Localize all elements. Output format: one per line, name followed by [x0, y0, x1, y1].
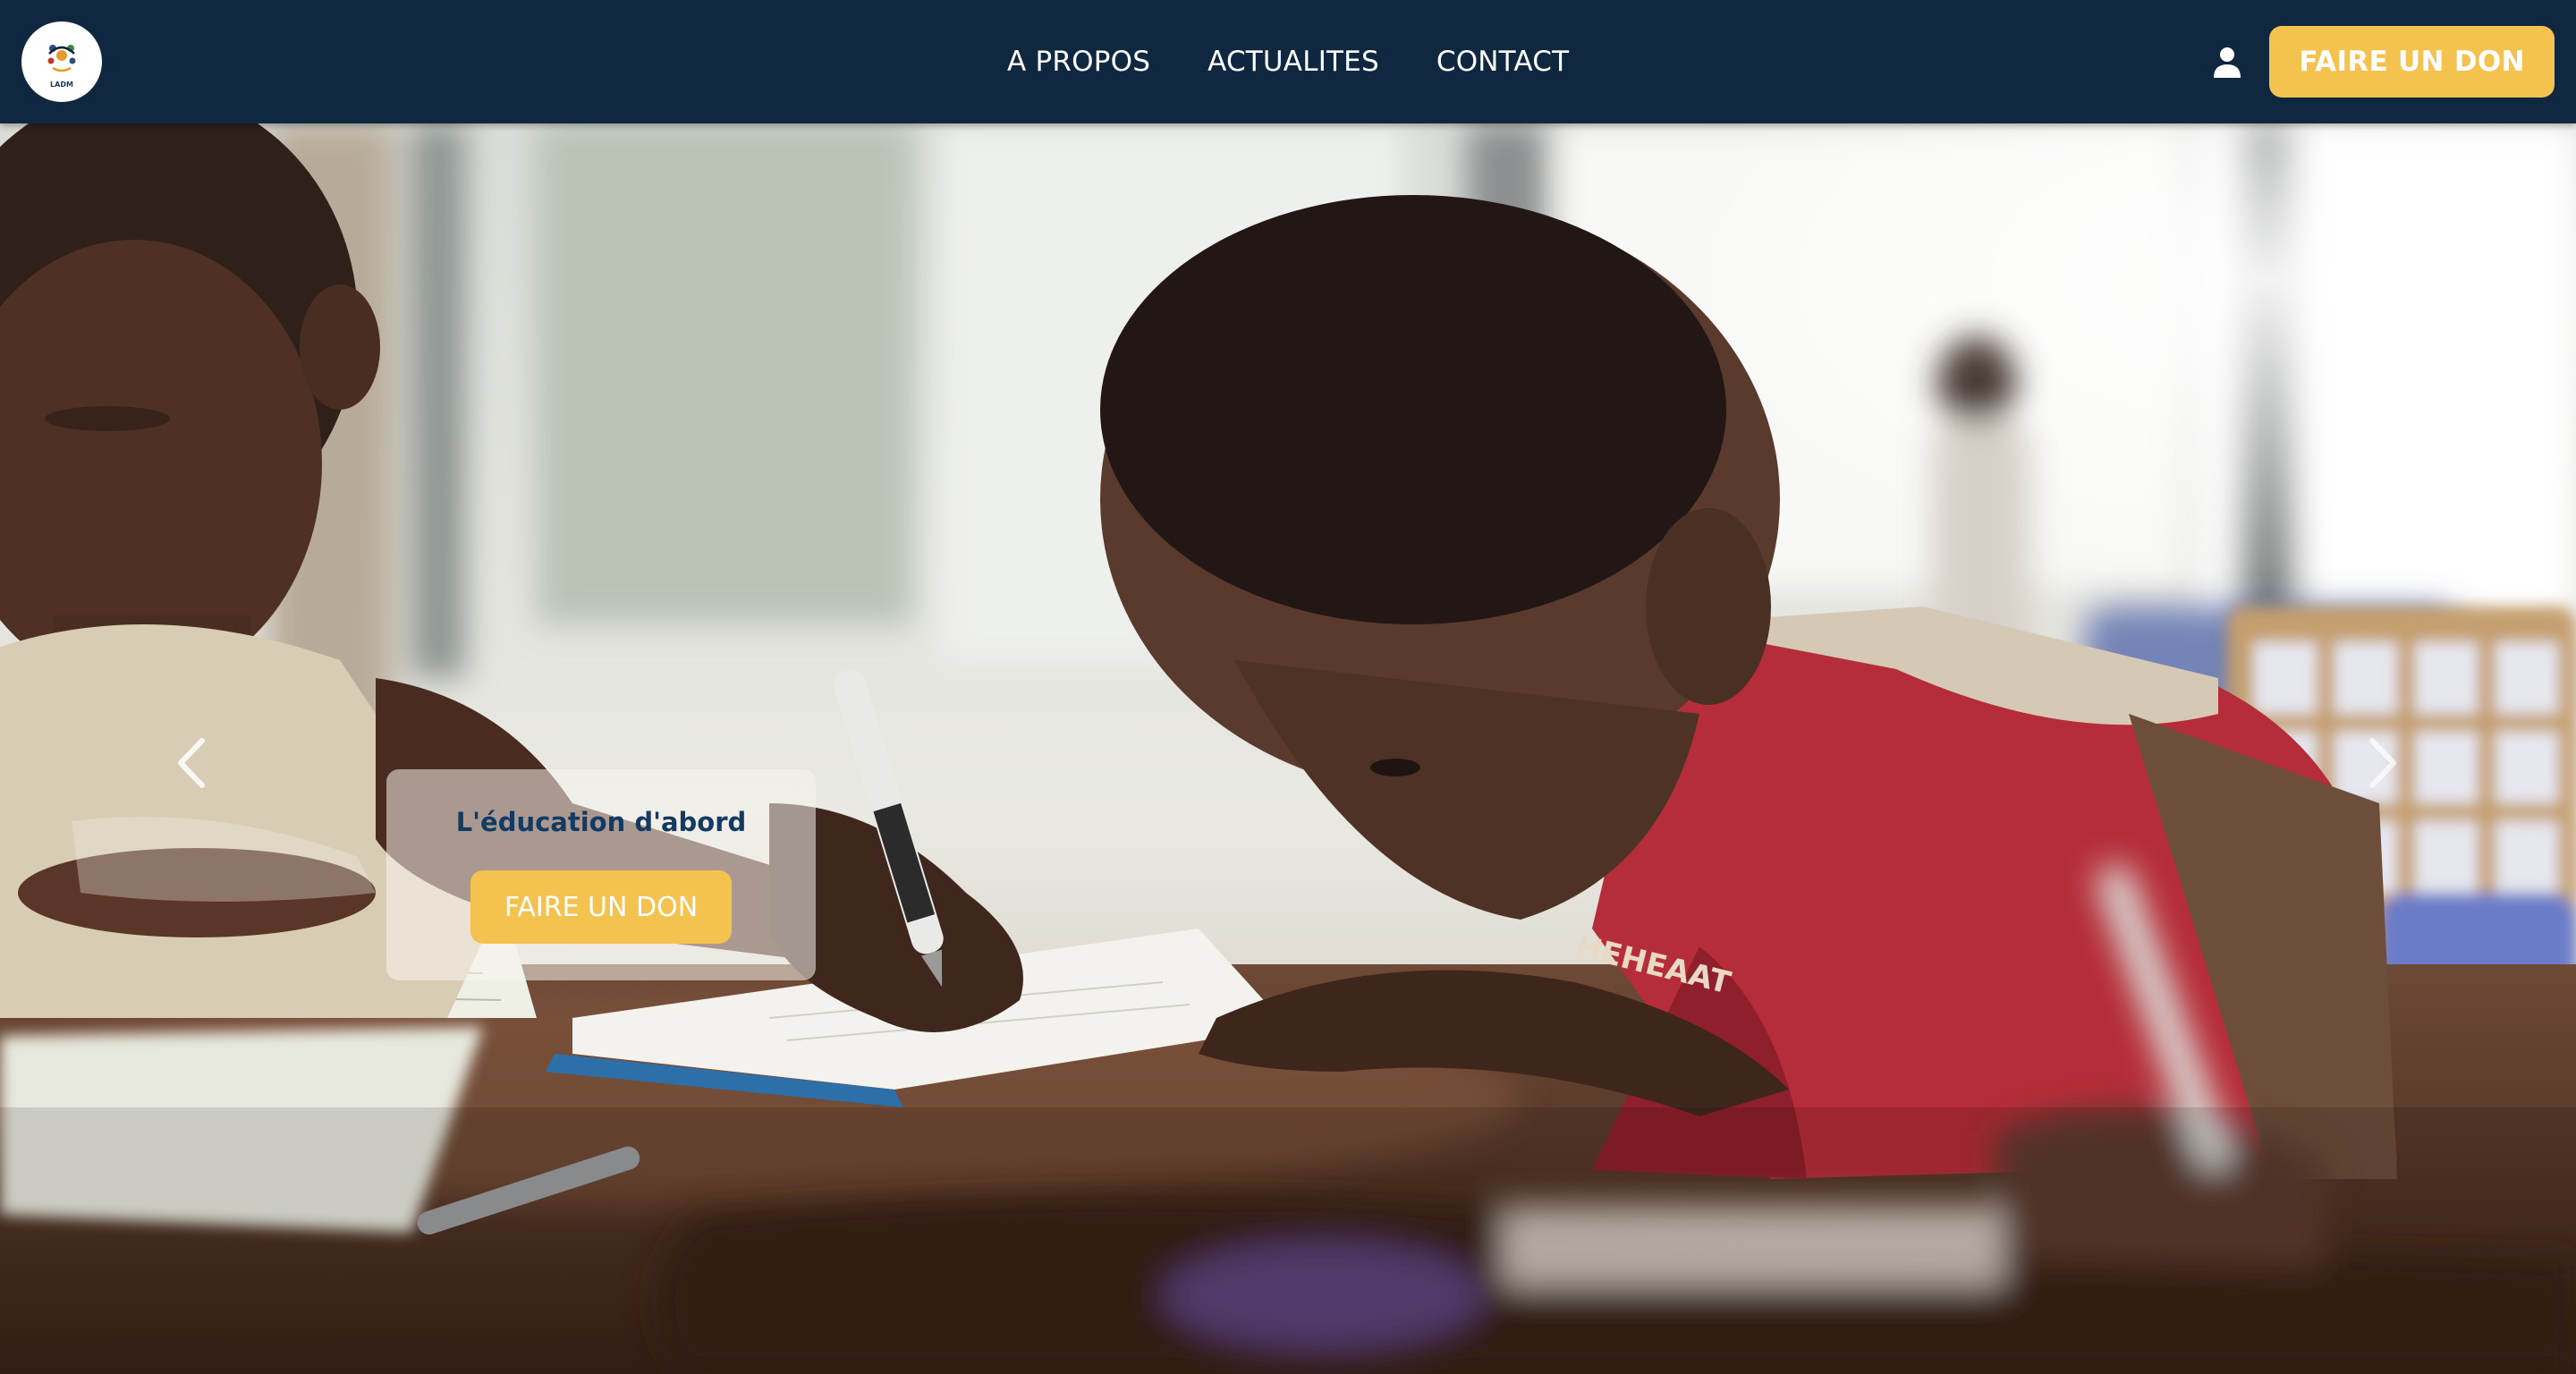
logo-emblem-icon — [47, 45, 76, 72]
donate-button[interactable]: FAIRE UN DON — [2269, 26, 2555, 98]
hero-caption-card: L'éducation d'abord FAIRE UN DON — [386, 769, 816, 980]
top-navigation-bar: LADM A PROPOS ACTUALITES CONTACT FAIRE U… — [0, 0, 2576, 123]
main-navigation: A PROPOS ACTUALITES CONTACT — [1007, 38, 1569, 86]
nav-link-a-propos[interactable]: A PROPOS — [1007, 46, 1150, 78]
chevron-left-icon — [178, 738, 205, 788]
nav-link-actualites[interactable]: ACTUALITES — [1208, 46, 1379, 78]
logo-text: LADM — [50, 81, 73, 89]
hero-donate-button[interactable]: FAIRE UN DON — [470, 870, 732, 944]
user-icon[interactable] — [2209, 45, 2245, 81]
hero-caption-title: L'éducation d'abord — [455, 807, 747, 837]
hero-carousel: HEHEAAT L'éducation d'abord FAIRE UN DON — [0, 123, 2576, 1374]
chevron-right-icon — [2369, 738, 2396, 788]
nav-link-contact[interactable]: CONTACT — [1436, 46, 1569, 78]
carousel-prev-arrow[interactable] — [150, 723, 231, 803]
hero-image: HEHEAAT — [0, 123, 2576, 1374]
carousel-next-arrow[interactable] — [2343, 723, 2424, 803]
site-logo[interactable]: LADM — [21, 21, 102, 102]
